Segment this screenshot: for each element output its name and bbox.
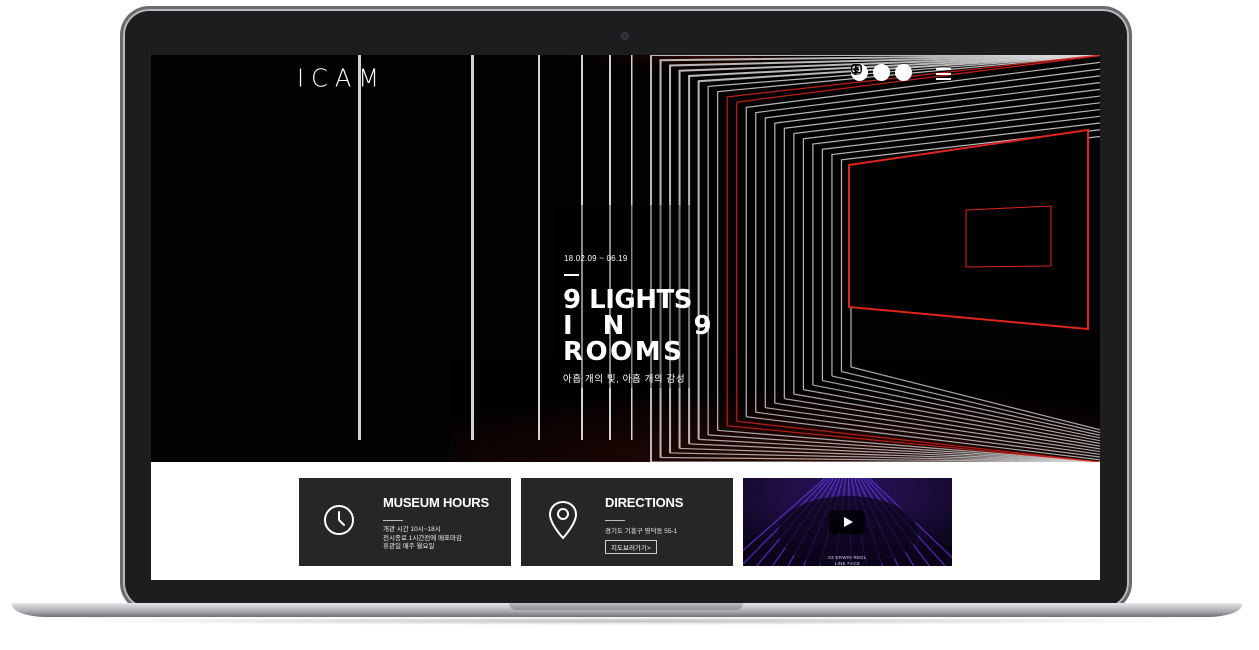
museum-hours-text: 개관 시간 10시~18시 전시종료 1시간전에 매표마감 휴관일 매주 월요일 bbox=[383, 526, 462, 552]
exhibition-subtitle: 아홉 개의 빛, 아홉 개의 감성 bbox=[563, 374, 686, 385]
info-strip: MUSEUM HOURS 개관 시간 10시~18시 전시종료 1시간전에 매표… bbox=[151, 462, 1100, 580]
hours-line: 개관 시간 10시~18시 bbox=[383, 526, 441, 533]
hamburger-menu-icon[interactable] bbox=[936, 68, 951, 83]
laptop-screen: ICAM 18.02.09 ~ 06.19 9 LIGHTS IN 9 ROOM… bbox=[151, 55, 1100, 580]
card-divider bbox=[605, 520, 625, 521]
webcam bbox=[622, 33, 628, 39]
clock-icon bbox=[324, 505, 354, 535]
card-divider bbox=[383, 520, 403, 521]
laptop-notch bbox=[509, 603, 743, 610]
hero-banner: ICAM 18.02.09 ~ 06.19 9 LIGHTS IN 9 ROOM… bbox=[151, 55, 1100, 462]
video-caption-work: LINE FACE bbox=[834, 561, 861, 566]
video-thumbnail[interactable]: 03 ERWIN REDL LINE FACE bbox=[743, 478, 952, 566]
map-pin-icon bbox=[548, 500, 578, 540]
social-links bbox=[851, 64, 912, 81]
facebook-icon[interactable] bbox=[853, 64, 912, 81]
view-map-button[interactable]: 지도보러가기> bbox=[605, 540, 657, 554]
directions-address: 경기도 기흥구 영덕동 55-1 bbox=[605, 528, 678, 535]
museum-hours-title: MUSEUM HOURS bbox=[383, 495, 489, 510]
directions-title: DIRECTIONS bbox=[605, 495, 684, 510]
exhibition-date: 18.02.09 ~ 06.19 bbox=[564, 254, 628, 263]
museum-hours-card[interactable]: MUSEUM HOURS 개관 시간 10시~18시 전시종료 1시간전에 매표… bbox=[299, 478, 511, 566]
museum-logo[interactable]: ICAM bbox=[297, 63, 386, 92]
title-divider bbox=[564, 274, 579, 276]
directions-card[interactable]: DIRECTIONS 경기도 기흥구 영덕동 55-1 지도보러가기> bbox=[521, 478, 733, 566]
instagram-icon[interactable] bbox=[851, 64, 890, 81]
exhibition-title-line-1: 9 LIGHTS bbox=[563, 285, 692, 315]
hours-line: 전시종료 1시간전에 매표마감 bbox=[383, 534, 462, 542]
laptop-shadow bbox=[40, 617, 1220, 625]
video-caption-artist: 03 ERWIN REDL bbox=[828, 555, 867, 560]
hours-line: 휴관일 매주 월요일 bbox=[383, 543, 435, 550]
play-button[interactable] bbox=[829, 510, 865, 534]
exhibition-title-line-3: ROOMS bbox=[563, 337, 685, 367]
light-frames bbox=[848, 128, 1089, 331]
exhibition-title-line-2: IN 9 bbox=[563, 311, 742, 341]
